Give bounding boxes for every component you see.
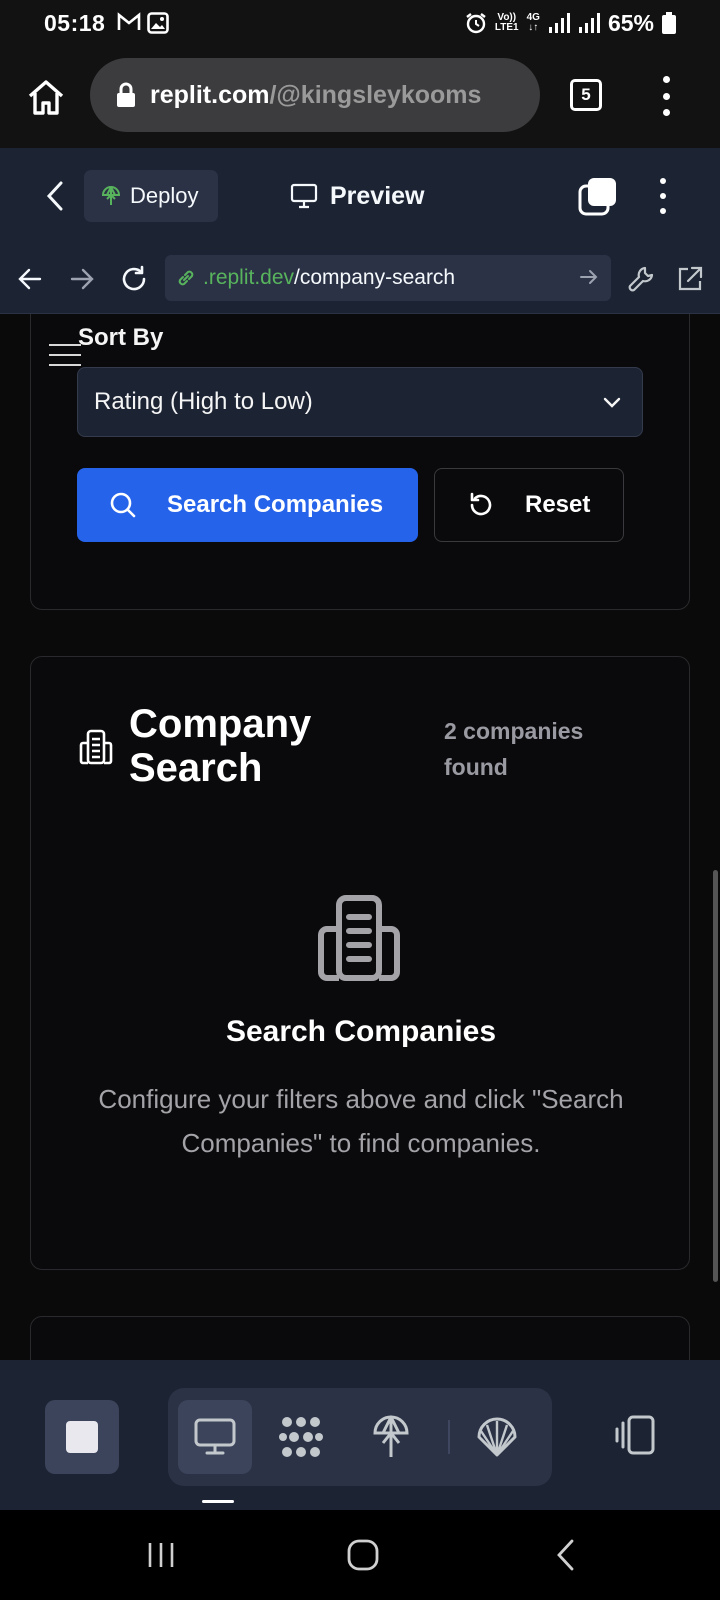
tab-switcher-button[interactable]: 5 <box>570 79 602 111</box>
filter-card: Sort By Rating (High to Low) Search Comp… <box>30 314 690 610</box>
webview-reload-button[interactable] <box>118 263 150 295</box>
home-button[interactable] <box>26 77 66 117</box>
gmail-icon <box>118 12 141 30</box>
monitor-icon <box>290 183 318 209</box>
recents-icon <box>148 1543 174 1567</box>
arrow-right-icon <box>70 268 94 290</box>
battery-percent: 65% <box>607 9 654 36</box>
back-chevron-icon <box>557 1539 574 1571</box>
search-icon <box>110 492 136 518</box>
webview-toolbar: .replit.dev/company-search <box>0 244 720 314</box>
home-nav-button[interactable] <box>340 1532 386 1578</box>
reset-button[interactable]: Reset <box>434 468 624 542</box>
reset-label: Reset <box>525 491 591 518</box>
webview-forward-button[interactable] <box>66 263 98 295</box>
results-count: 2 companies found <box>444 718 584 780</box>
status-time: 05:18 <box>44 9 106 36</box>
deploy-icon <box>101 186 121 205</box>
webview-back-button[interactable] <box>14 263 46 295</box>
tabs-overview-button[interactable] <box>578 176 618 216</box>
lock-icon <box>117 82 135 107</box>
reset-icon <box>470 492 492 516</box>
replit-menu-button[interactable] <box>653 178 673 214</box>
agent-tool-button[interactable] <box>264 1400 338 1474</box>
empty-state-description: Configure your filters above and click "… <box>98 1084 624 1158</box>
monitor-icon <box>194 1418 236 1455</box>
tiles-icon <box>578 178 616 216</box>
deploy-button[interactable]: Deploy <box>84 170 218 222</box>
deploy-label: Deploy <box>130 183 199 208</box>
signal-icon-2 <box>578 13 600 33</box>
active-tab-indicator <box>202 1500 234 1503</box>
link-icon <box>178 270 194 286</box>
sort-by-select[interactable]: Rating (High to Low) <box>77 367 643 437</box>
open-new-tab-button[interactable] <box>674 263 706 295</box>
chevron-down-icon <box>603 397 621 408</box>
page-content: Sort By Rating (High to Low) Search Comp… <box>0 314 720 1360</box>
browser-menu-button[interactable] <box>656 76 676 116</box>
webview-tool-button[interactable] <box>178 1400 252 1474</box>
search-companies-label: Search Companies <box>167 491 384 518</box>
external-link-icon <box>678 266 703 291</box>
sort-by-label: Sort By <box>78 324 164 351</box>
building-icon <box>79 729 113 765</box>
tab-count: 5 <box>581 85 591 104</box>
preview-tab[interactable]: Preview <box>290 174 425 218</box>
replit-header: Deploy Preview <box>0 148 720 244</box>
back-button[interactable] <box>40 178 70 214</box>
menu-icon[interactable] <box>49 344 81 366</box>
stop-button[interactable] <box>45 1400 119 1474</box>
wrench-icon <box>628 266 654 292</box>
panels-button[interactable] <box>610 1410 660 1460</box>
preview-label: Preview <box>330 181 425 210</box>
search-companies-button[interactable]: Search Companies <box>77 468 418 542</box>
status-bar: 05:18 Vo)) LTE1 4G ↓↑ 65% <box>0 0 720 46</box>
sort-by-value: Rating (High to Low) <box>94 388 313 415</box>
extensions-tool-button[interactable] <box>460 1400 534 1474</box>
browser-url-host: replit.com <box>150 80 270 109</box>
building-placeholder-icon <box>318 895 400 981</box>
browser-url-path: /@kingsleykooms <box>269 80 482 109</box>
gallery-icon <box>147 12 170 34</box>
battery-icon <box>662 12 676 34</box>
tool-group <box>168 1388 552 1486</box>
replit-bottom-toolbar <box>0 1360 720 1510</box>
webview-url-host: .replit.dev <box>203 266 295 289</box>
back-nav-button[interactable] <box>542 1532 588 1578</box>
go-arrow-icon[interactable] <box>579 267 599 287</box>
reload-icon <box>122 265 146 291</box>
webview-url-field[interactable]: .replit.dev/company-search <box>165 255 611 301</box>
browser-address-bar[interactable]: replit.com/@kingsleykooms <box>90 58 540 132</box>
page-scrollbar[interactable] <box>713 870 718 1282</box>
agent-icon <box>279 1417 323 1457</box>
devtools-button[interactable] <box>625 263 657 295</box>
chevron-left-icon <box>46 181 63 211</box>
stop-icon <box>66 1421 98 1453</box>
arrow-left-icon <box>18 268 42 290</box>
empty-state-title: Search Companies <box>225 1015 497 1048</box>
home-circle-icon <box>347 1539 379 1571</box>
signal-icon <box>548 13 570 33</box>
lte-label: LTE1 <box>494 22 519 33</box>
results-title: Company Search <box>129 702 312 790</box>
android-navigation-bar <box>0 1510 720 1600</box>
home-icon <box>28 80 64 115</box>
deployments-tool-button[interactable] <box>354 1400 428 1474</box>
shell-icon <box>477 1417 517 1457</box>
alarm-icon <box>466 13 486 34</box>
next-card <box>30 1316 690 1360</box>
webview-url-path: /company-search <box>294 266 456 289</box>
results-card: Company Search 2 companies found Search … <box>30 656 690 1270</box>
deploy-icon <box>373 1415 409 1457</box>
recents-button[interactable] <box>138 1532 184 1578</box>
browser-toolbar: replit.com/@kingsleykooms 5 <box>0 46 720 148</box>
panels-icon <box>615 1415 655 1455</box>
